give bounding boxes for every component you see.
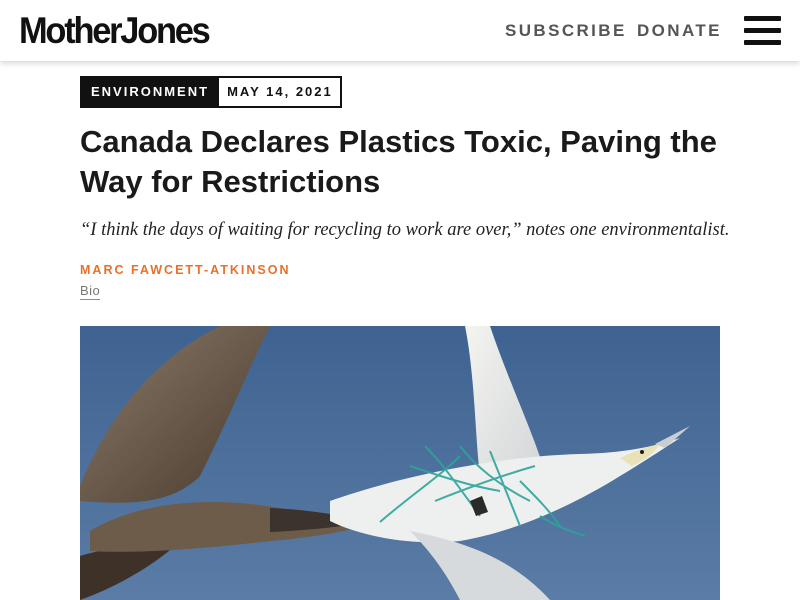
subscribe-link[interactable]: SUBSCRIBE [505, 20, 627, 42]
lead-image [80, 326, 720, 600]
article-headline: Canada Declares Plastics Toxic, Paving t… [80, 124, 717, 199]
gannets-photo [80, 326, 720, 600]
menu-bar [744, 28, 781, 33]
article-dek: “I think the days of waiting for recycli… [80, 220, 730, 240]
author-byline[interactable]: MARC FAWCETT-ATKINSON [80, 263, 291, 277]
date-badge: MAY 14, 2021 [219, 76, 342, 108]
author-bio-link[interactable]: Bio [80, 283, 101, 300]
site-logo[interactable]: MotherJones [19, 9, 211, 53]
site-header: MotherJones SUBSCRIBE DONATE [0, 0, 800, 61]
hamburger-menu-icon[interactable] [744, 16, 781, 46]
menu-bar [744, 16, 781, 21]
menu-bar [744, 40, 781, 45]
article-meta: ENVIRONMENT MAY 14, 2021 [80, 76, 342, 108]
category-badge[interactable]: ENVIRONMENT [80, 76, 220, 108]
donate-link[interactable]: DONATE [637, 20, 722, 42]
